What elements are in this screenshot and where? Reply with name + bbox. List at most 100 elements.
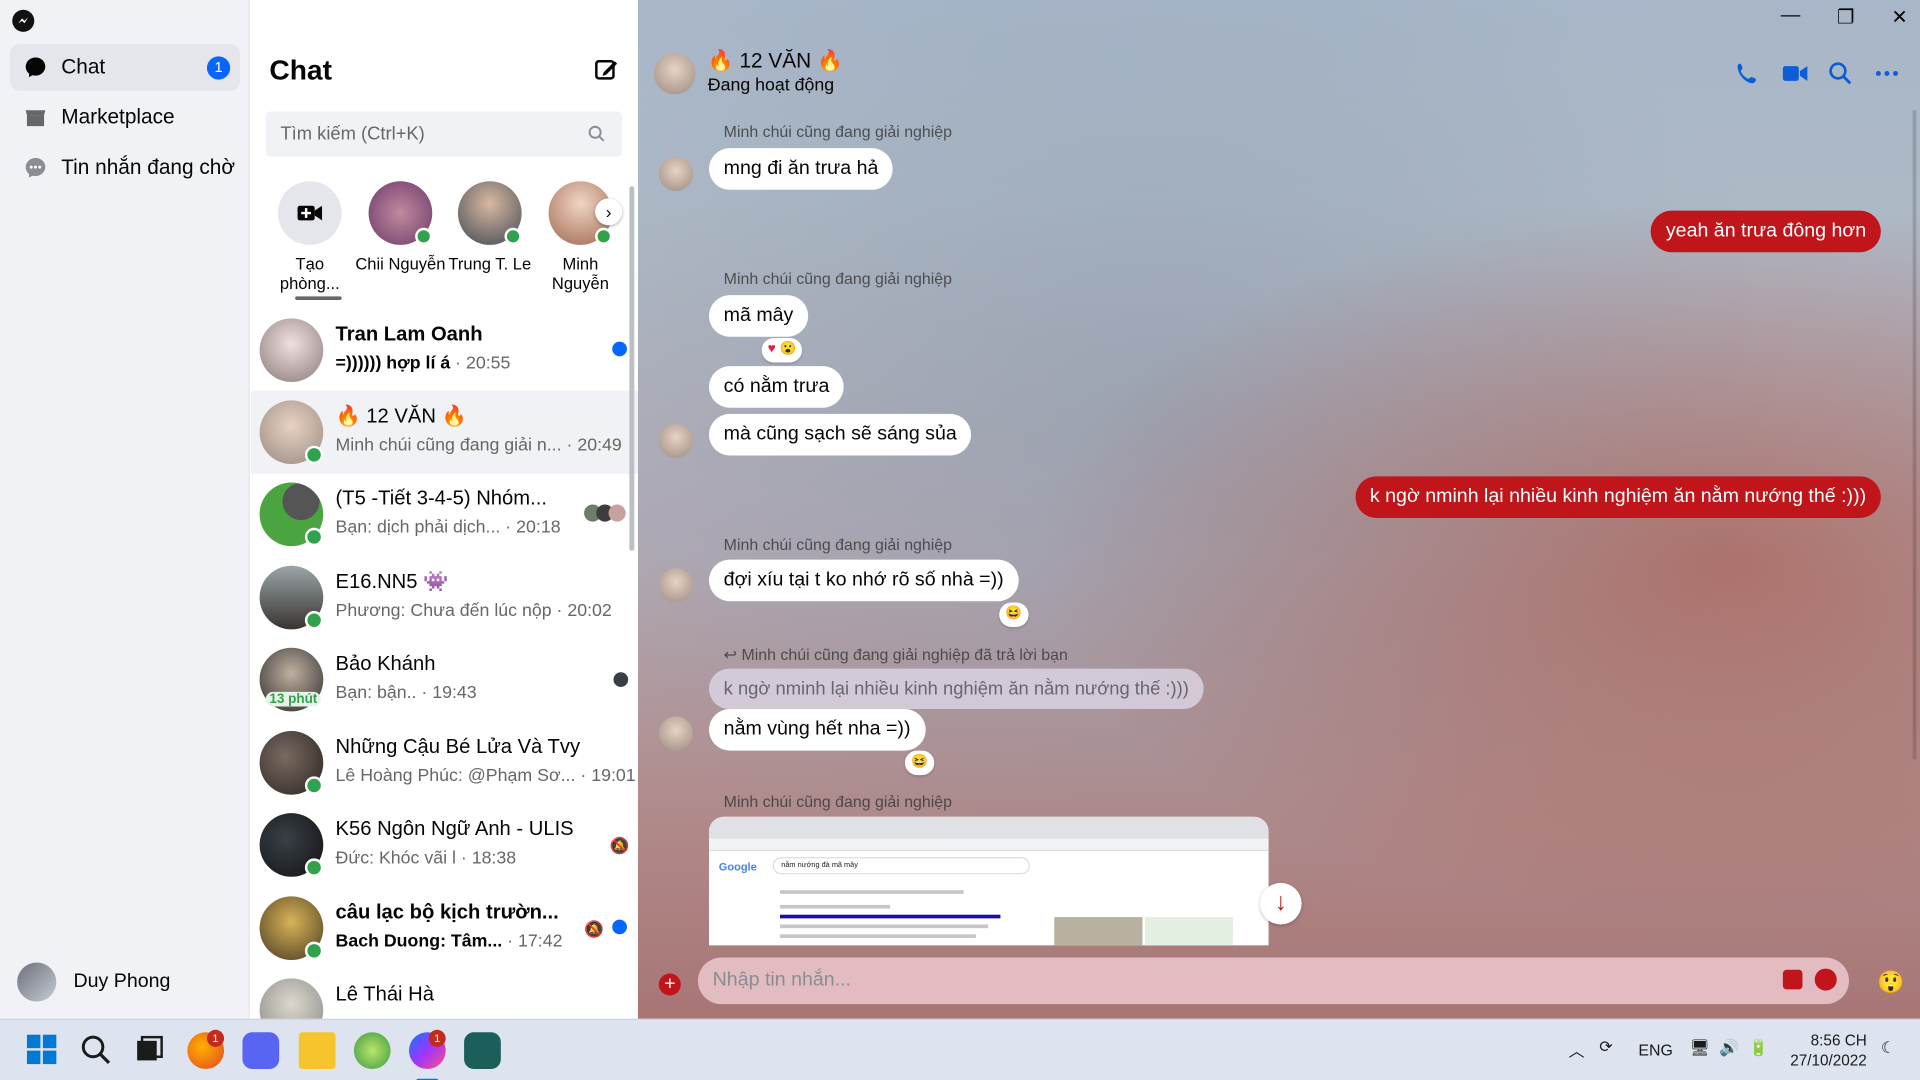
avatar[interactable] (653, 52, 696, 95)
seen-avatars (584, 504, 628, 522)
muted-bell-icon: 🔕 (584, 919, 604, 938)
conversation-preview: Lê Hoàng Phúc: @Phạm Sơ... · 19:01 (335, 766, 636, 787)
online-indicator (504, 227, 522, 245)
sender-name: Minh chúi cũng đang giải nghiệp (723, 122, 953, 141)
quick-reaction-emoji-icon[interactable]: 😲 (1877, 970, 1904, 996)
story-item[interactable]: Minh Nguyễn (535, 179, 626, 294)
app-icon[interactable] (464, 1032, 501, 1069)
online-indicator (304, 776, 324, 795)
discord-icon[interactable] (242, 1032, 280, 1069)
system-clock[interactable]: 8:56 CH 27/10/2022 (1790, 1031, 1867, 1070)
message-bubble[interactable]: mà cũng sạch sẽ sáng sủa (708, 413, 972, 456)
image-attachment[interactable]: Google nằm nướng đà mã mây (708, 816, 1269, 946)
volume-icon[interactable]: 🔊 (1719, 1038, 1739, 1058)
story-label: Chii Nguyễn (355, 254, 446, 274)
message-bubble[interactable]: có nằm trưa (708, 366, 845, 408)
conversation-item[interactable]: Tran Lam Oanh =)))))) hợp lí á · 20:55 (251, 309, 638, 392)
conversation-item[interactable]: Những Cậu Bé Lửa Và Tvy Lê Hoàng Phúc: @… (251, 721, 638, 804)
create-room[interactable]: Tạo phòng... (264, 179, 355, 294)
compose-icon[interactable] (593, 56, 620, 83)
screenshot-line (780, 904, 891, 909)
conversation-name: (T5 -Tiết 3-4-5) Nhóm... (335, 487, 547, 510)
scroll-down-button[interactable]: ↓ (1260, 882, 1302, 925)
conversation-item[interactable]: (T5 -Tiết 3-4-5) Nhóm... Bạn: dịch phải … (251, 473, 638, 556)
sync-icon[interactable]: ⟳ (1599, 1037, 1612, 1057)
muted-bell-icon: 🔕 (609, 836, 630, 855)
conversation-preview: Đức: Khóc vãi l · 18:38 (335, 848, 517, 869)
video-call-icon[interactable] (1782, 61, 1808, 85)
messenger-logo-icon (12, 9, 35, 32)
conversation-title[interactable]: 🔥 12 VĂN 🔥 (708, 49, 843, 73)
unread-badge: 1 (206, 56, 231, 80)
conversation-header: — ❐ ✕ 🔥 12 VĂN 🔥 Đang hoạt động (638, 0, 1920, 108)
close-icon[interactable]: ✕ (1891, 5, 1907, 29)
avatar (17, 962, 57, 1002)
messenger-icon[interactable]: 1 (408, 1029, 446, 1080)
conversation-panel: — ❐ ✕ 🔥 12 VĂN 🔥 Đang hoạt động Minh chú… (637, 0, 1920, 1019)
conversation-name: E16.NN5 👾 (335, 570, 449, 593)
minimize-icon[interactable]: — (1781, 5, 1801, 29)
phone-icon[interactable] (1735, 61, 1759, 85)
conversation-item[interactable]: Lê Thái Hà (251, 969, 638, 1019)
message-input[interactable]: Nhập tin nhắn... (697, 957, 1849, 1005)
message-bubble[interactable]: đợi xíu tại t ko nhớ rõ số nhà =)) (708, 559, 1019, 602)
message-bubble[interactable]: mã mây (708, 295, 809, 337)
screenshot-thumbnail (1054, 917, 1143, 946)
story-item[interactable]: Trung T. Le (444, 179, 535, 275)
conversation-name: K56 Ngôn Ngữ Anh - ULIS (335, 817, 574, 841)
quoted-message[interactable]: k ngờ nminh lại nhiều kinh nghiệm ăn nằm… (708, 668, 1204, 709)
screenshot-tabbar (708, 816, 1269, 839)
nav-marketplace-label: Marketplace (61, 105, 175, 129)
screenshot-google-logo: Google (718, 860, 757, 874)
avatar (457, 181, 522, 245)
file-explorer-icon[interactable] (298, 1032, 336, 1069)
reaction-heart-wow[interactable]: ♥ 😮 (761, 337, 803, 363)
chevron-up-icon[interactable]: ︿ (1569, 1038, 1585, 1061)
notification-badge: 1 (206, 1029, 225, 1047)
laugh-emoji-icon: 😆 (1005, 606, 1023, 621)
more-options-icon[interactable] (1875, 61, 1899, 85)
seen-avatar (613, 672, 629, 687)
reaction-laugh[interactable]: 😆 (999, 602, 1029, 627)
maximize-icon[interactable]: ❐ (1837, 5, 1855, 29)
conversation-item[interactable]: 13 phút Bảo Khánh Bạn: bận.. · 19:43 (251, 638, 638, 721)
composer: + Nhập tin nhắn... 😲 (638, 945, 1920, 1018)
chat-list-panel: Chat Tìm kiếm (Ctrl+K) Tạo phòng... Chii… (251, 0, 638, 1019)
chat-list-scrollbar[interactable] (629, 186, 635, 552)
current-user-name: Duy Phong (73, 971, 171, 992)
search-input[interactable]: Tìm kiếm (Ctrl+K) (265, 111, 623, 157)
my-message-bubble[interactable]: k ngờ nminh lại nhiều kinh nghiệm ăn nằm… (1355, 476, 1881, 518)
nav-marketplace[interactable]: Marketplace (10, 94, 240, 141)
nav-pending-messages[interactable]: Tin nhắn đang chờ (10, 144, 240, 191)
reaction-laugh[interactable]: 😆 (904, 750, 934, 776)
network-icon[interactable]: 🖥 (1690, 1038, 1710, 1058)
nav-chat[interactable]: Chat 1 (9, 44, 241, 91)
active-stories: Tạo phòng... Chii Nguyễn Trung T. Le Min… (251, 179, 638, 301)
app-icon[interactable] (353, 1032, 391, 1069)
plus-icon[interactable]: + (658, 973, 681, 996)
windows-start-icon[interactable] (24, 1032, 61, 1069)
search-icon[interactable] (78, 1032, 115, 1069)
browser-icon[interactable]: 1 (187, 1029, 225, 1069)
search-icon[interactable] (1828, 61, 1852, 85)
chat-list-title: Chat (269, 53, 332, 86)
notification-icon[interactable]: ☾ (1881, 1038, 1895, 1058)
sticker-icon[interactable] (1782, 969, 1803, 990)
message-bubble[interactable]: nằm vùng hết nha =)) (708, 708, 926, 751)
conversation-item[interactable]: 🔥 12 VĂN 🔥 Minh chúi cũng đang giải n...… (251, 390, 638, 474)
story-item[interactable]: Chii Nguyễn (355, 179, 446, 275)
language-indicator[interactable]: ENG (1638, 1041, 1672, 1059)
battery-icon[interactable]: 🔋 (1749, 1038, 1769, 1058)
my-message-bubble[interactable]: yeah ăn trưa đông hơn (1651, 210, 1881, 253)
task-view-icon[interactable] (132, 1032, 169, 1069)
chevron-right-icon[interactable]: › (595, 198, 623, 226)
message-thread: Minh chúi cũng đang giải nghiệp mng đi ă… (638, 110, 1920, 946)
conversation-item[interactable]: E16.NN5 👾 Phương: Chưa đến lúc nộp · 20:… (251, 556, 638, 639)
conversation-item[interactable]: K56 Ngôn Ngữ Anh - ULIS Đức: Khóc vãi l … (251, 803, 638, 886)
message-bubble[interactable]: mng đi ăn trưa hả (708, 148, 894, 190)
conversation-item[interactable]: câu lạc bộ kịch trườn... Bach Duong: Tâm… (251, 887, 638, 970)
current-user[interactable]: Duy Phong (17, 962, 171, 1002)
conversation-preview: Minh chúi cũng đang giải n... · 20:49 (335, 435, 622, 456)
emoji-icon[interactable] (1814, 968, 1837, 991)
thread-scrollbar[interactable] (1912, 110, 1917, 760)
